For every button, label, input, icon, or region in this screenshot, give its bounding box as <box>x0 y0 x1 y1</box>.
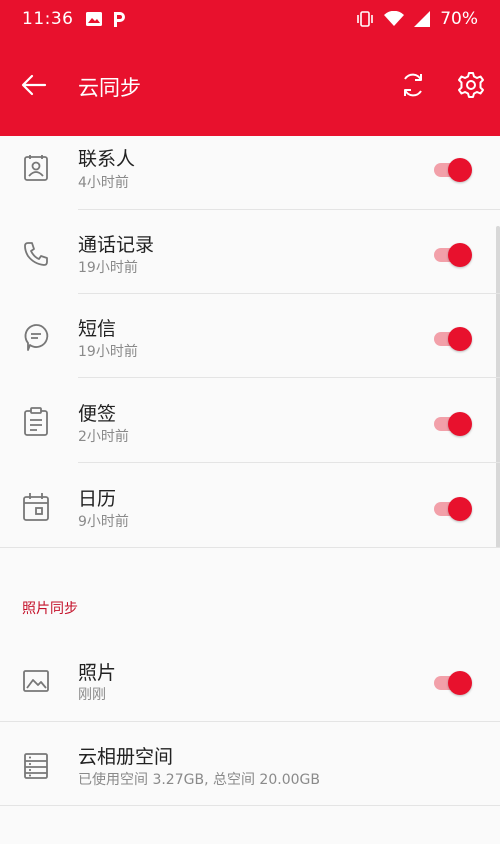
phone-icon <box>20 238 52 270</box>
sync-item-notes[interactable]: 便签 2小时前 <box>0 379 500 463</box>
sync-now-button[interactable] <box>394 68 432 106</box>
cloud-album-storage[interactable]: 云相册空间 已使用空间 3.27GB, 总空间 20.00GB <box>0 722 500 806</box>
toggle-contacts[interactable] <box>432 156 474 184</box>
settings-button[interactable] <box>452 68 490 106</box>
storage-icon <box>20 750 52 782</box>
toggle-sms[interactable] <box>432 325 474 353</box>
message-icon <box>20 321 52 353</box>
item-title: 短信 <box>78 318 117 340</box>
item-subtitle: 19小时前 <box>78 260 138 276</box>
item-subtitle: 刚刚 <box>78 687 106 703</box>
item-title: 照片 <box>78 662 117 684</box>
status-bar: 11:36 70% <box>0 0 500 38</box>
section-header-photo-sync: 照片同步 <box>22 601 78 617</box>
image-icon <box>20 665 52 697</box>
wifi-icon <box>384 11 405 27</box>
item-subtitle: 9小时前 <box>78 514 129 530</box>
item-title: 联系人 <box>78 148 136 170</box>
item-subtitle: 4小时前 <box>78 175 129 191</box>
toggle-notes[interactable] <box>432 410 474 438</box>
contacts-icon <box>20 152 52 184</box>
app-bar: 11:36 70% 云同步 <box>0 0 500 136</box>
item-title: 云相册空间 <box>78 746 174 768</box>
arrow-left-icon <box>21 74 47 100</box>
item-title: 便签 <box>78 403 117 425</box>
sync-item-call-log[interactable]: 通话记录 19小时前 <box>0 210 500 294</box>
battery-text: 70% <box>440 9 478 29</box>
sync-icon <box>399 71 427 103</box>
image-notification-icon <box>85 12 102 26</box>
divider <box>78 462 500 463</box>
toggle-photos[interactable] <box>432 669 474 697</box>
back-button[interactable] <box>16 69 52 105</box>
sync-item-calendar[interactable]: 日历 9小时前 <box>0 464 500 548</box>
vibrate-icon <box>356 11 374 27</box>
item-title: 通话记录 <box>78 234 155 256</box>
sync-item-sms[interactable]: 短信 19小时前 <box>0 294 500 378</box>
item-subtitle: 已使用空间 3.27GB, 总空间 20.00GB <box>78 772 320 788</box>
sync-item-photos[interactable]: 照片 刚刚 <box>0 638 500 722</box>
signal-icon <box>414 11 431 27</box>
calendar-icon <box>20 491 52 523</box>
divider <box>0 805 500 806</box>
toggle-call-log[interactable] <box>432 241 474 269</box>
page-title: 云同步 <box>78 76 141 100</box>
gear-icon <box>457 71 485 103</box>
divider <box>78 377 500 378</box>
item-subtitle: 2小时前 <box>78 429 129 445</box>
clipboard-icon <box>20 406 52 438</box>
toggle-calendar[interactable] <box>432 495 474 523</box>
item-title: 日历 <box>78 488 117 510</box>
status-time: 11:36 <box>22 9 74 29</box>
p-app-icon <box>112 11 126 28</box>
sync-item-contacts[interactable]: 联系人 4小时前 <box>0 126 500 210</box>
toolbar: 云同步 <box>0 52 500 122</box>
item-subtitle: 19小时前 <box>78 344 138 360</box>
divider <box>0 547 500 548</box>
